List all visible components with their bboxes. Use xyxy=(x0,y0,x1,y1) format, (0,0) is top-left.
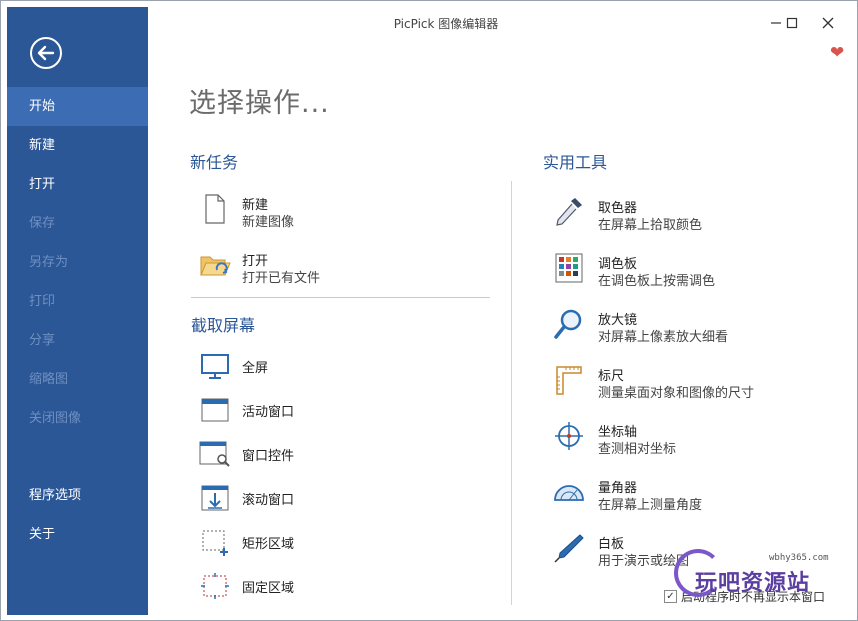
eyedropper-icon xyxy=(553,194,585,230)
sidebar-item-open[interactable]: 打开 xyxy=(7,165,148,204)
app-window: 开始 新建 打开 保存 另存为 打印 分享 缩略图 关闭图像 程序选项 关于 P… xyxy=(0,0,858,621)
capture-scroll-window-label: 滚动窗口 xyxy=(242,493,295,508)
tool-color-picker-desc: 在屏幕上拾取颜色 xyxy=(598,218,703,233)
close-icon xyxy=(822,17,834,29)
tool-magnifier[interactable]: 放大镜 对屏幕上像素放大细看 xyxy=(553,306,833,350)
tool-ruler[interactable]: 标尺 测量桌面对象和图像的尺寸 xyxy=(553,362,833,406)
crosshair-icon xyxy=(553,418,585,454)
sidebar-item-save-as[interactable]: 另存为 xyxy=(7,243,148,282)
dont-show-again-checkbox[interactable]: ✓ xyxy=(664,590,677,603)
task-open[interactable]: 打开 打开已有文件 xyxy=(199,247,479,291)
ruler-icon xyxy=(553,362,585,398)
capture-rectangle-region-label: 矩形区域 xyxy=(242,537,295,552)
tool-palette[interactable]: 调色板 在调色板上按需调色 xyxy=(553,250,833,294)
tool-protractor[interactable]: 量角器 在屏幕上测量角度 xyxy=(553,474,833,518)
maximize-button[interactable] xyxy=(777,11,807,35)
palette-icon xyxy=(553,250,585,286)
sidebar-item-save[interactable]: 保存 xyxy=(7,204,148,243)
protractor-icon xyxy=(553,474,585,510)
close-button[interactable] xyxy=(813,11,843,35)
capture-active-window-label: 活动窗口 xyxy=(242,405,295,420)
tool-palette-desc: 在调色板上按需调色 xyxy=(598,274,716,289)
page-title: 选择操作... xyxy=(189,88,330,119)
tool-magnifier-desc: 对屏幕上像素放大细看 xyxy=(598,330,729,345)
task-new-desc: 新建图像 xyxy=(242,215,295,230)
watermark-text: 玩吧资源站 xyxy=(695,571,811,596)
fixed-region-icon xyxy=(199,568,231,604)
sidebar-item-close-image[interactable]: 关闭图像 xyxy=(7,399,148,438)
tool-protractor-desc: 在屏幕上测量角度 xyxy=(598,498,703,513)
open-folder-icon xyxy=(199,247,231,283)
capture-scroll-window[interactable]: 滚动窗口 xyxy=(199,480,479,524)
window-control-icon xyxy=(199,436,231,472)
sidebar-item-about[interactable]: 关于 xyxy=(7,515,148,554)
capture-fullscreen[interactable]: 全屏 xyxy=(199,348,479,392)
sidebar-item-print[interactable]: 打印 xyxy=(7,282,148,321)
sidebar-item-start[interactable]: 开始 xyxy=(7,87,148,126)
heart-icon[interactable]: ❤ xyxy=(830,45,844,62)
task-open-desc: 打开已有文件 xyxy=(242,271,321,286)
capture-rectangle-region[interactable]: 矩形区域 xyxy=(199,524,479,568)
capture-window-control[interactable]: 窗口控件 xyxy=(199,436,479,480)
sidebar-item-share[interactable]: 分享 xyxy=(7,321,148,360)
tool-ruler-desc: 测量桌面对象和图像的尺寸 xyxy=(598,386,755,401)
monitor-icon xyxy=(199,348,231,384)
watermark-url: wbhy365.com xyxy=(769,553,829,563)
capture-fixed-region-label: 固定区域 xyxy=(242,581,295,596)
rectangle-region-icon xyxy=(199,524,231,560)
magnifier-icon xyxy=(553,306,585,342)
column-divider xyxy=(511,181,512,605)
capture-window-control-label: 窗口控件 xyxy=(242,449,295,464)
task-new[interactable]: 新建 新建图像 xyxy=(199,191,479,235)
sidebar-item-options[interactable]: 程序选项 xyxy=(7,476,148,515)
blank-page-icon xyxy=(199,191,231,227)
scroll-window-icon xyxy=(199,480,231,516)
sidebar: 开始 新建 打开 保存 另存为 打印 分享 缩略图 关闭图像 程序选项 关于 xyxy=(7,7,148,615)
tool-color-picker[interactable]: 取色器 在屏幕上拾取颜色 xyxy=(553,194,833,238)
capture-active-window[interactable]: 活动窗口 xyxy=(199,392,479,436)
section-divider xyxy=(191,297,490,298)
maximize-icon xyxy=(786,17,798,29)
back-button[interactable] xyxy=(30,37,62,69)
section-title-tools: 实用工具 xyxy=(543,153,608,172)
capture-fixed-region[interactable]: 固定区域 xyxy=(199,568,479,612)
pen-icon xyxy=(553,530,585,566)
section-title-new-task: 新任务 xyxy=(190,153,239,172)
tool-crosshair-desc: 查测相对坐标 xyxy=(598,442,677,457)
section-title-capture: 截取屏幕 xyxy=(191,316,256,335)
tool-crosshair[interactable]: 坐标轴 查测相对坐标 xyxy=(553,418,833,462)
active-window-icon xyxy=(199,392,231,428)
sidebar-item-thumbnails[interactable]: 缩略图 xyxy=(7,360,148,399)
back-arrow-icon xyxy=(37,45,55,61)
window-title: PicPick 图像编辑器 xyxy=(393,17,499,31)
capture-fullscreen-label: 全屏 xyxy=(242,361,269,376)
sidebar-item-new[interactable]: 新建 xyxy=(7,126,148,165)
